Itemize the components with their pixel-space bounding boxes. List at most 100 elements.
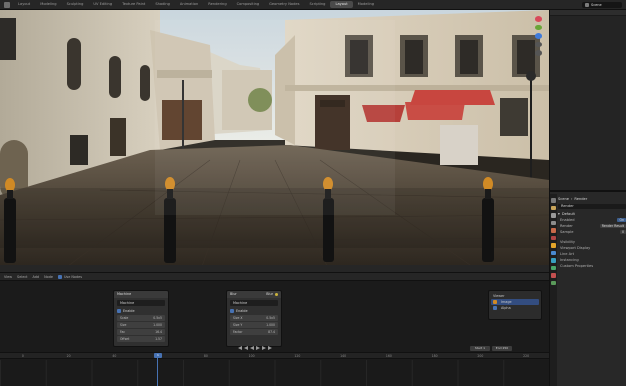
checkbox-icon xyxy=(493,306,497,310)
node-value-row[interactable]: Factor 87.4 xyxy=(230,329,278,335)
scene-name: Scene xyxy=(591,3,602,7)
node-output: Blur xyxy=(266,291,278,298)
jump-end-icon[interactable] xyxy=(268,346,272,350)
workspace-tab[interactable]: Layout xyxy=(330,1,353,8)
physics-tab-icon[interactable] xyxy=(551,265,556,270)
playback-controls xyxy=(238,346,272,350)
y-axis-icon[interactable] xyxy=(534,24,542,31)
workspace-tab[interactable]: Texture Paint xyxy=(117,1,150,8)
material-tab-icon[interactable] xyxy=(551,273,556,278)
workspace-tabs: Layout Modeling Sculpting UV Editing Texture… xyxy=(13,1,379,8)
ruler-tick-label: 120 xyxy=(294,354,301,358)
property-value[interactable]: Render Result xyxy=(599,223,626,229)
properties-tabs xyxy=(550,194,557,386)
workspace-tab[interactable]: Modeling xyxy=(353,1,379,8)
outliner-header xyxy=(550,10,626,16)
workspace-tab[interactable]: Sculpting xyxy=(62,1,89,8)
node-blur[interactable]: Blur Blur Machine Enable Size X 0.5x5 Siz… xyxy=(226,290,282,347)
workspace-tab[interactable]: Scripting xyxy=(304,1,330,8)
node-machine[interactable]: Machine Machine Enable Scale 0.5x5 Size 1.… xyxy=(113,290,169,347)
outliner[interactable] xyxy=(550,10,626,192)
workspace-tab[interactable]: Rendering xyxy=(203,1,231,8)
menu-select[interactable]: Select xyxy=(17,275,27,279)
navigation-gizmo[interactable] xyxy=(531,16,545,56)
workspace-tab[interactable]: Shading xyxy=(150,1,175,8)
play-reverse-icon[interactable] xyxy=(250,346,254,350)
workspace-tab[interactable]: Animation xyxy=(175,1,203,8)
value-label: Size X xyxy=(233,316,243,320)
panel-custom-properties[interactable]: Custom Properties xyxy=(558,263,626,269)
current-frame-indicator[interactable]: 1 xyxy=(154,353,162,358)
particles-tab-icon[interactable] xyxy=(551,258,556,263)
node-value-row[interactable]: Scale 0.5x5 xyxy=(117,315,165,321)
z-axis-icon[interactable] xyxy=(534,33,542,39)
workspace-tab[interactable]: Layout xyxy=(13,1,35,8)
menu-node[interactable]: Node xyxy=(44,275,53,279)
timeline-ruler[interactable]: 020406080100120140160180200220 xyxy=(0,352,549,359)
bottom-area: View Select Add Node Use Nodes Machine M… xyxy=(0,272,549,386)
timeline-track[interactable] xyxy=(0,360,549,386)
jump-start-icon[interactable] xyxy=(238,346,242,350)
socket-icon[interactable] xyxy=(275,293,278,296)
ruler-tick-label: 0 xyxy=(21,354,24,358)
step-back-icon[interactable] xyxy=(244,346,248,350)
node-dropdown[interactable]: Machine xyxy=(230,300,278,306)
world-tab-icon[interactable] xyxy=(551,235,556,240)
workspace-tab[interactable]: Modeling xyxy=(35,1,61,8)
render-tab-icon[interactable] xyxy=(551,205,556,210)
play-icon[interactable] xyxy=(256,346,260,350)
x-axis-icon[interactable] xyxy=(534,16,542,22)
view-layer-tab-icon[interactable] xyxy=(551,220,556,225)
workspace-tab[interactable]: Geometry Nodes xyxy=(264,1,304,8)
value-label: Scale xyxy=(120,316,129,320)
properties-body: Scene › Render Render ▾ Default Enabled … xyxy=(558,196,626,269)
pan-icon[interactable] xyxy=(534,50,542,56)
chevron-down-icon: ▾ xyxy=(558,212,560,216)
property-value[interactable]: 0 xyxy=(619,229,626,235)
property-label: Sample xyxy=(560,230,574,234)
node-checkbox-row[interactable]: Enable xyxy=(230,308,278,314)
value-number: 1.000 xyxy=(153,323,162,327)
checkbox-icon[interactable] xyxy=(230,309,234,313)
menu-add[interactable]: Add xyxy=(33,275,40,279)
node-sidebar-panel: Viewer Image Alpha xyxy=(488,290,542,320)
output-label: Blur xyxy=(266,292,273,296)
node-value-row[interactable]: Offset 1.57 xyxy=(117,336,165,342)
data-tab-icon[interactable] xyxy=(551,280,556,285)
properties-editor: Scene › Render Render ▾ Default Enabled … xyxy=(550,194,626,386)
properties-panels: Visibility Viewport Display Line Art Ins… xyxy=(558,239,626,269)
panel-item[interactable]: Alpha xyxy=(491,305,539,311)
output-tab-icon[interactable] xyxy=(551,213,556,218)
use-nodes-toggle[interactable]: Use Nodes xyxy=(57,274,82,279)
node-value-row[interactable]: Fac 16.4 xyxy=(117,329,165,335)
ruler-tick-label: 200 xyxy=(477,354,484,358)
value-label: Size xyxy=(120,323,127,327)
step-forward-icon[interactable] xyxy=(262,346,266,350)
zoom-icon[interactable] xyxy=(534,41,542,48)
menu-view[interactable]: View xyxy=(4,275,12,279)
checkbox-icon[interactable] xyxy=(117,309,121,313)
node-checkbox-row[interactable]: Enable xyxy=(117,308,165,314)
frame-end-field[interactable]: End 250 xyxy=(492,346,512,351)
node-dropdown[interactable]: Machine xyxy=(117,300,165,306)
property-label: Enabled xyxy=(560,218,575,222)
node-title[interactable]: Machine xyxy=(114,291,168,298)
tool-tab-icon[interactable] xyxy=(551,198,556,203)
playhead[interactable] xyxy=(157,358,158,386)
modifier-tab-icon[interactable] xyxy=(551,250,556,255)
blender-logo-icon[interactable] xyxy=(4,1,10,8)
node-title[interactable]: Blur Blur xyxy=(227,291,281,298)
node-value-row[interactable]: Size X 0.5x5 xyxy=(230,315,278,321)
property-value[interactable]: On xyxy=(617,217,626,223)
workspace-tab[interactable]: Compositing xyxy=(232,1,265,8)
breadcrumb-object: Render xyxy=(574,197,588,201)
object-name-field[interactable]: Render xyxy=(558,204,626,209)
frame-start-field[interactable]: Start 1 xyxy=(470,346,490,351)
node-value-row[interactable]: Size 1.000 xyxy=(117,322,165,328)
3d-viewport[interactable] xyxy=(0,10,549,272)
scene-selector[interactable]: Scene xyxy=(582,2,622,8)
scene-tab-icon[interactable] xyxy=(551,228,556,233)
workspace-tab[interactable]: UV Editing xyxy=(88,1,117,8)
node-value-row[interactable]: Size Y 1.000 xyxy=(230,322,278,328)
object-tab-icon[interactable] xyxy=(551,243,556,248)
